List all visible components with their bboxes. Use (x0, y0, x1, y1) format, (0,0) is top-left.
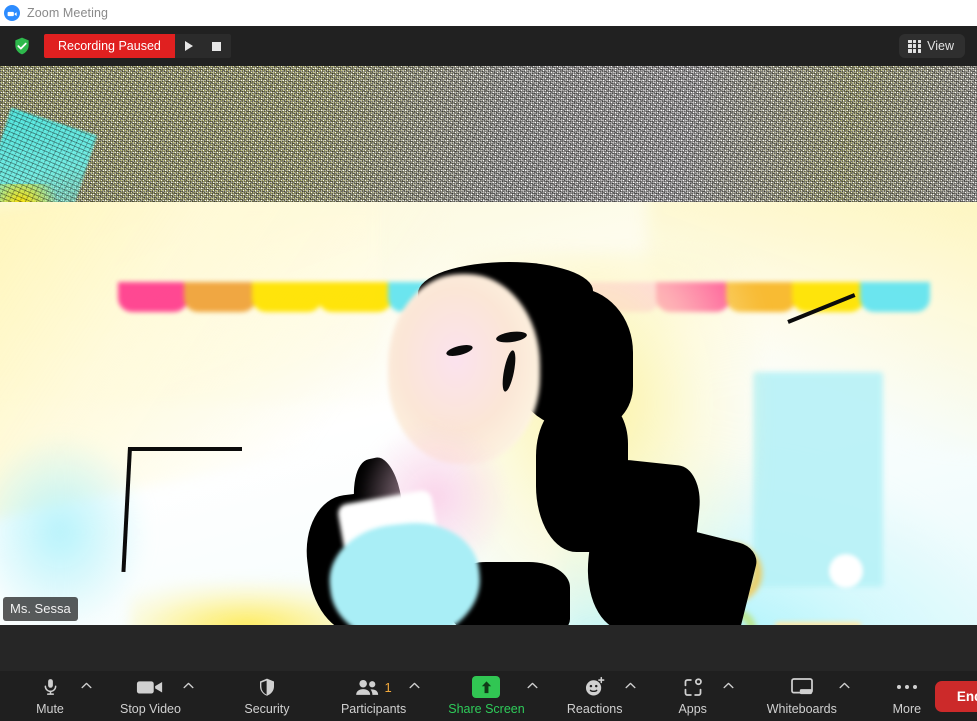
participant-video-tile[interactable]: Ms. Sessa (0, 66, 977, 625)
reactions-button[interactable]: Reactions (567, 671, 623, 716)
share-screen-button[interactable]: Share Screen (448, 671, 525, 716)
view-button-label: View (927, 39, 954, 53)
stop-recording-button[interactable] (203, 34, 231, 58)
shield-icon (257, 675, 277, 699)
more-dots-icon (896, 675, 917, 699)
mute-button[interactable]: Mute (22, 671, 78, 716)
apps-label: Apps (678, 702, 707, 716)
meeting-controls-toolbar: Mute Stop Video Security 1 Participants … (0, 671, 977, 721)
smiley-plus-icon (583, 675, 606, 699)
apps-icon (682, 675, 704, 699)
recording-status-badge: Recording Paused (44, 34, 175, 58)
meeting-top-bar: Recording Paused View (0, 26, 977, 66)
video-scene (0, 202, 977, 625)
resume-recording-button[interactable] (175, 34, 203, 58)
whiteboards-label: Whiteboards (766, 702, 837, 716)
window-title: Zoom Meeting (27, 6, 109, 20)
participants-count: 1 (384, 679, 392, 695)
more-control-group: More (879, 671, 935, 721)
stage-background-filler (0, 625, 977, 671)
participants-control-group: 1 Participants (341, 671, 422, 721)
share-screen-label: Share Screen (448, 702, 525, 716)
stop-video-button[interactable]: Stop Video (120, 671, 181, 716)
share-screen-control-group: Share Screen (448, 671, 540, 721)
view-button[interactable]: View (899, 34, 965, 58)
whiteboard-icon (790, 675, 814, 699)
reactions-control-group: Reactions (567, 671, 639, 721)
zoom-logo-icon (4, 5, 20, 21)
apps-button[interactable]: Apps (665, 671, 721, 716)
shield-check-icon[interactable] (12, 36, 32, 56)
end-meeting-button[interactable]: End (934, 680, 977, 712)
share-screen-up-arrow-icon (472, 675, 501, 699)
security-button[interactable]: Security (239, 671, 295, 716)
video-control-group: Stop Video (120, 671, 197, 721)
stop-video-label: Stop Video (120, 702, 181, 716)
microphone-icon (41, 675, 60, 699)
security-label: Security (244, 702, 290, 716)
participants-options-caret[interactable] (406, 682, 422, 689)
reactions-options-caret[interactable] (623, 682, 639, 689)
people-icon: 1 (355, 675, 392, 699)
apps-control-group: Apps (665, 671, 737, 721)
wall-frame-horizontal-edge (128, 447, 242, 451)
whiteboards-button[interactable]: Whiteboards (767, 671, 837, 716)
participants-label: Participants (340, 702, 407, 716)
video-camera-icon (136, 675, 164, 699)
share-screen-options-caret[interactable] (525, 682, 541, 689)
audio-options-caret[interactable] (78, 682, 94, 689)
whiteboards-options-caret[interactable] (837, 682, 853, 689)
zoom-meeting-window: Zoom Meeting Recording Paused View Ms. S… (0, 0, 977, 721)
video-stage[interactable]: Ms. Sessa (0, 66, 977, 625)
mute-control-group: Mute (22, 671, 94, 721)
more-label: More (892, 702, 922, 716)
whiteboards-control-group: Whiteboards (767, 671, 853, 721)
reactions-label: Reactions (566, 702, 623, 716)
apps-options-caret[interactable] (721, 682, 737, 689)
participants-button[interactable]: 1 Participants (341, 671, 406, 716)
participant-name-badge: Ms. Sessa (3, 597, 78, 621)
play-icon (184, 41, 193, 51)
mute-label: Mute (36, 702, 64, 716)
window-title-bar: Zoom Meeting (0, 0, 977, 26)
grid-view-icon (908, 39, 922, 53)
video-noise-band (0, 66, 977, 279)
participant-silhouette (299, 252, 860, 625)
video-options-caret[interactable] (181, 682, 197, 689)
more-button[interactable]: More (879, 671, 935, 716)
security-control-group: Security (239, 671, 295, 721)
stop-square-icon (212, 41, 222, 51)
recording-controls-group: Recording Paused (44, 34, 231, 58)
